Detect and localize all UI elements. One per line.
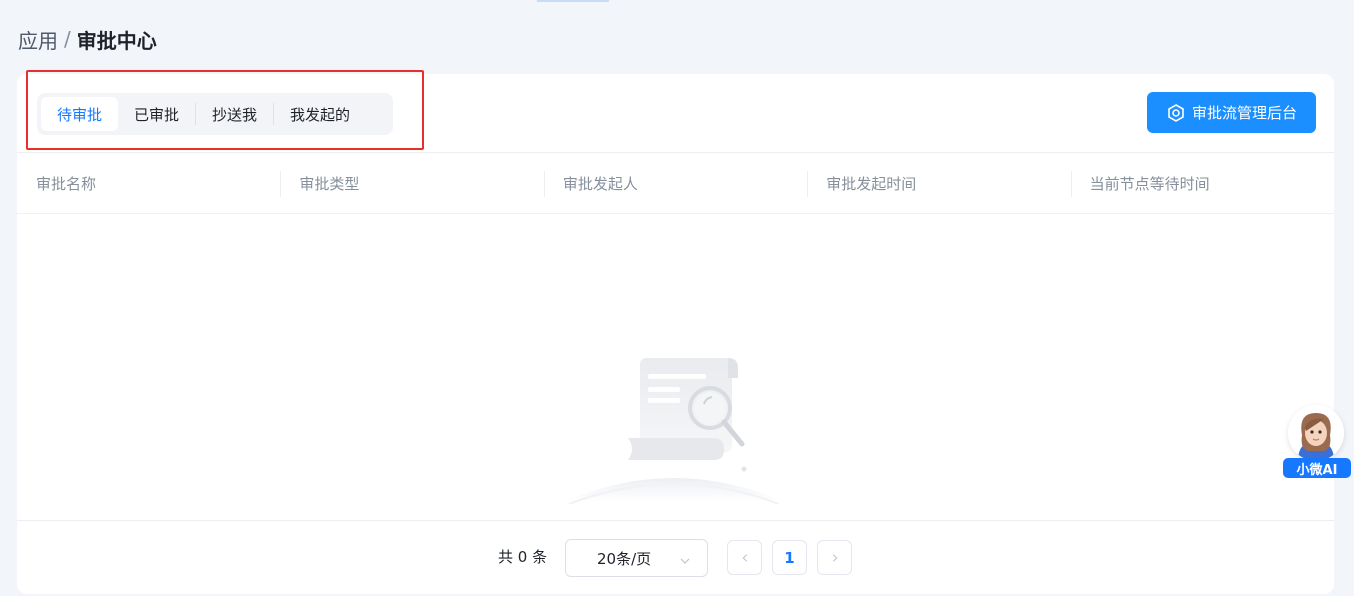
tab-cc-me[interactable]: 抄送我: [196, 97, 273, 131]
hexagon-settings-icon: [1166, 103, 1186, 123]
table-header: 审批名称 审批类型 审批发起人 审批发起时间 当前节点等待时间: [17, 153, 1334, 214]
column-header-wait-time: 当前节点等待时间: [1070, 153, 1334, 213]
approval-admin-button-label: 审批流管理后台: [1191, 104, 1297, 122]
approval-tabs: 待审批 已审批 抄送我 我发起的: [37, 93, 393, 135]
page-size-select[interactable]: 20条/页: [565, 539, 708, 577]
column-header-initiator: 审批发起人: [543, 153, 807, 213]
chevron-down-icon: [679, 553, 691, 565]
page-size-value: 20条/页: [597, 549, 652, 568]
page-number-current[interactable]: 1: [772, 540, 807, 575]
column-header-approval-type: 审批类型: [280, 153, 543, 213]
pagination-bar: 共 0 条 20条/页 1: [17, 520, 1334, 594]
breadcrumb-parent[interactable]: 应用: [18, 25, 58, 54]
tab-approved[interactable]: 已审批: [118, 97, 195, 131]
card-header: 待审批 已审批 抄送我 我发起的 审批流管理后台: [17, 70, 1334, 153]
chevron-right-icon: [832, 553, 837, 562]
prev-page-button[interactable]: [727, 540, 762, 575]
ai-assistant-label: 小微AI: [1283, 458, 1351, 478]
breadcrumb: 应用 / 审批中心: [18, 25, 157, 53]
approval-card: 待审批 已审批 抄送我 我发起的 审批流管理后台 审批名称 审批类型 审批发起人…: [17, 70, 1334, 594]
tab-initiated-by-me[interactable]: 我发起的: [274, 97, 366, 131]
tab-pending[interactable]: 待审批: [41, 97, 119, 131]
approval-admin-button[interactable]: 审批流管理后台: [1147, 92, 1316, 133]
empty-state-illustration: [544, 354, 804, 505]
next-page-button[interactable]: [817, 540, 852, 575]
column-header-initiated-time: 审批发起时间: [807, 153, 1070, 213]
column-header-approval-name: 审批名称: [36, 174, 97, 193]
breadcrumb-separator: /: [64, 27, 71, 51]
ai-assistant-launcher[interactable]: 小微AI: [1283, 405, 1351, 479]
top-nav-indicator: [537, 0, 609, 2]
page-title: 审批中心: [76, 28, 157, 53]
chevron-left-icon: [742, 553, 747, 562]
total-count: 共 0 条: [498, 548, 548, 566]
ai-assistant-avatar: [1288, 405, 1344, 461]
